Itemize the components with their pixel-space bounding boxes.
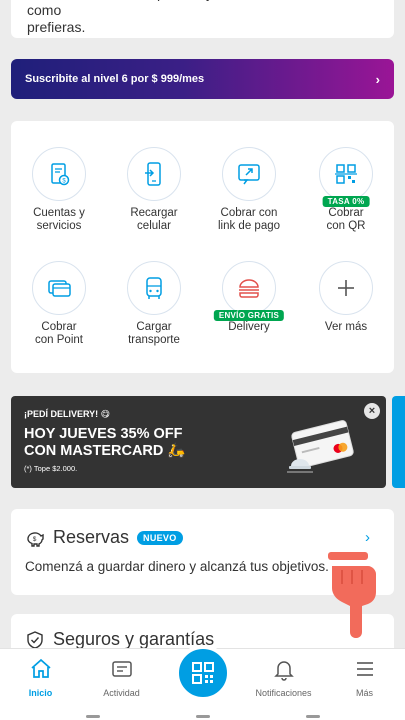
action-circle: TASA 0% xyxy=(319,147,373,207)
action-recargar-celular[interactable]: Recargar celular xyxy=(109,147,199,233)
activity-icon xyxy=(111,661,132,677)
action-cargar-transporte[interactable]: Cargar transporte xyxy=(109,261,199,347)
bottom-tab-bar: Inicio Actividad Notificaciones Más xyxy=(0,645,405,707)
promo-headline-2: CON MASTERCARD 🛵 xyxy=(24,443,186,459)
action-circle xyxy=(127,261,181,315)
action-label: Cuentas y xyxy=(33,207,85,219)
action-circle: $ xyxy=(32,147,86,201)
action-label: Delivery xyxy=(228,321,270,333)
action-ver-mas[interactable]: Ver más xyxy=(301,261,391,334)
link-icon xyxy=(238,164,260,185)
app-screen: Consultá tu límite disponible y usá tu l… xyxy=(0,0,405,720)
tab-label: Inicio xyxy=(28,688,53,698)
menu-icon xyxy=(356,662,373,676)
action-label: Cargar xyxy=(136,321,172,333)
action-circle xyxy=(127,147,181,201)
action-label: celular xyxy=(137,220,171,232)
action-label: con Point xyxy=(35,334,83,346)
tab-notificaciones[interactable]: Notificaciones xyxy=(243,649,324,707)
svg-text:$: $ xyxy=(33,536,37,543)
action-cuentas-servicios[interactable]: $ Cuentas y servicios xyxy=(14,147,104,233)
action-circle: ENVÍO GRATIS xyxy=(213,261,285,321)
tab-label: Notificaciones xyxy=(255,688,312,698)
bill-icon: $ xyxy=(51,163,70,186)
plus-icon xyxy=(338,280,354,296)
phone-recharge-icon xyxy=(145,162,161,186)
subscription-banner[interactable]: Suscribite al nivel 6 por $ 999/mes › xyxy=(11,59,394,99)
reservas-title: Reservas xyxy=(53,527,130,547)
next-promo-peek[interactable] xyxy=(392,396,405,488)
action-cobrar-point[interactable]: Cobrar con Point xyxy=(14,261,104,347)
tasa-0-tag: TASA 0% xyxy=(322,196,370,207)
credit-card-delivery-illustration xyxy=(287,420,354,473)
tab-inicio[interactable]: Inicio xyxy=(0,649,81,707)
bus-icon xyxy=(146,277,162,299)
promo-close-button[interactable]: × xyxy=(364,403,380,419)
quick-actions-card: $ Cuentas y servicios Recargar celular Cob… xyxy=(11,121,394,373)
action-delivery[interactable]: ENVÍO GRATIS Delivery xyxy=(204,261,294,334)
system-nav-bar xyxy=(0,706,405,720)
back-gesture-icon[interactable] xyxy=(86,715,100,718)
action-label: link de pago xyxy=(217,220,281,232)
subscription-banner-label: Suscribite al nivel 6 por $ 999/mes xyxy=(25,73,205,85)
action-label: Ver más xyxy=(324,321,368,333)
promo-headline: HOY JUEVES 35% OFF CON MASTERCARD 🛵 xyxy=(24,426,234,460)
promo-headline-1: HOY JUEVES 35% OFF xyxy=(24,426,183,442)
tab-actividad[interactable]: Actividad xyxy=(81,649,162,707)
action-circle xyxy=(222,147,276,201)
action-label: Cobrar con xyxy=(220,207,278,219)
delivery-promo-banner[interactable]: ¡PEDÍ DELIVERY! 😋 HOY JUEVES 35% OFF CON… xyxy=(11,396,386,488)
recents-gesture-icon[interactable] xyxy=(306,715,320,718)
tab-mas[interactable]: Más xyxy=(324,649,405,707)
piggy-bank-icon: $ xyxy=(27,531,44,547)
home-gesture-icon[interactable] xyxy=(196,715,210,718)
chevron-right-icon: › xyxy=(365,529,370,546)
burger-icon xyxy=(239,279,259,298)
scan-qr-button[interactable] xyxy=(175,645,231,701)
action-label: con QR xyxy=(326,220,366,232)
action-label: servicios xyxy=(36,220,82,232)
qr-icon xyxy=(335,164,357,184)
action-cobrar-link[interactable]: Cobrar con link de pago xyxy=(204,147,294,233)
action-label: Cobrar xyxy=(328,207,364,219)
home-icon xyxy=(30,658,51,678)
action-label: transporte xyxy=(128,334,180,346)
reservas-subtitle: Comenzá a guardar dinero y alcanzá tus o… xyxy=(25,559,329,574)
point-device-icon xyxy=(48,280,71,297)
credit-line-card[interactable]: Consultá tu límite disponible y usá tu l… xyxy=(11,0,394,38)
action-circle xyxy=(319,261,373,315)
credit-line-text-2: prefieras. xyxy=(27,19,86,35)
chevron-right-icon: › xyxy=(375,71,380,87)
bell-icon xyxy=(273,661,294,681)
tab-label: Más xyxy=(355,688,373,698)
qr-scan-icon xyxy=(192,662,214,684)
action-circle xyxy=(32,261,86,315)
envio-gratis-tag: ENVÍO GRATIS xyxy=(213,310,285,321)
shield-check-icon xyxy=(27,630,43,649)
pointing-hand-icon xyxy=(328,552,376,638)
tab-label: Actividad xyxy=(103,688,140,698)
action-label: Cobrar xyxy=(41,321,77,333)
action-cobrar-qr[interactable]: TASA 0% Cobrar con QR xyxy=(301,147,391,233)
nuevo-badge: NUEVO xyxy=(137,530,183,545)
credit-line-text-1: Consultá tu límite disponible y usá tu l… xyxy=(27,0,355,18)
action-label: Recargar xyxy=(130,207,178,219)
promo-kicker: ¡PEDÍ DELIVERY! 😋 xyxy=(24,409,111,419)
promo-footnote: (*) Tope $2.000. xyxy=(24,464,78,473)
